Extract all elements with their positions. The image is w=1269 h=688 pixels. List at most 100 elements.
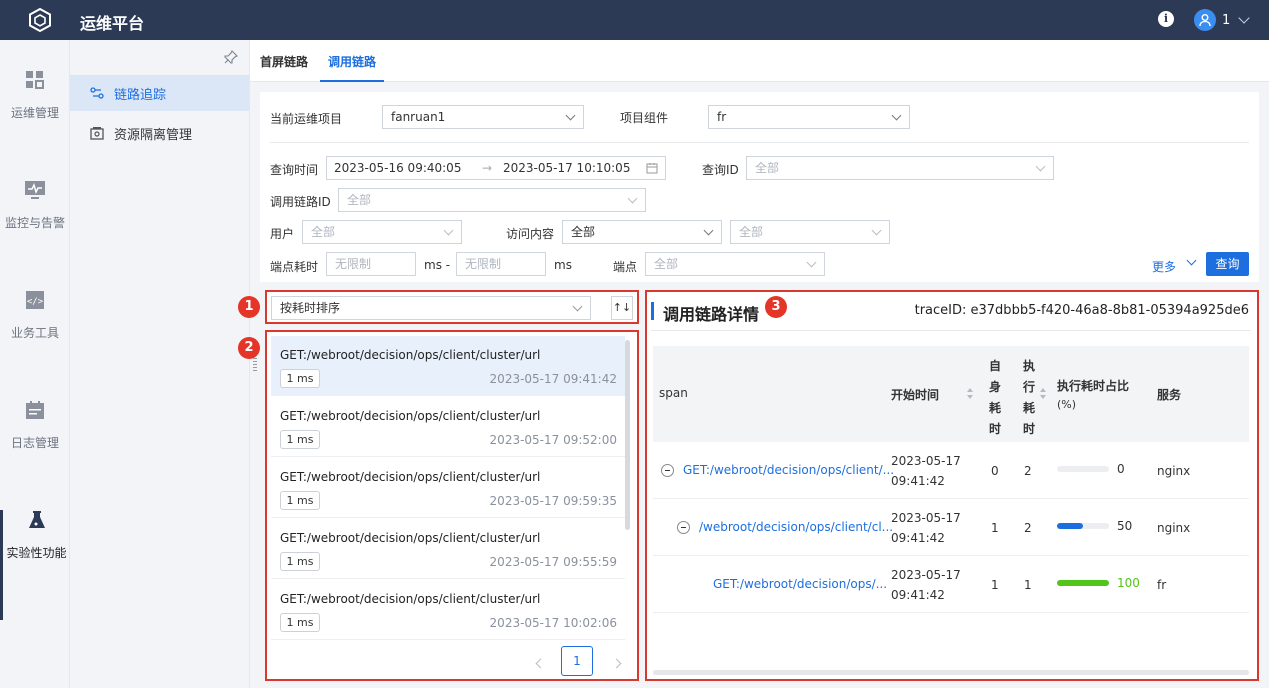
col-exec-time: 执行耗时 <box>1023 359 1036 436</box>
ms-dash-label: ms - <box>424 258 451 272</box>
start-time: 09:41:42 <box>891 588 945 602</box>
annotation-badge: 3 <box>765 296 787 318</box>
table-row[interactable]: GET:/webroot/decision/ops/client/... 202… <box>653 442 1249 499</box>
list-item[interactable]: GET:/webroot/decision/ops/client/cluster… <box>271 519 625 579</box>
table-row[interactable]: GET:/webroot/decision/ops/... 2023-05-17… <box>653 556 1249 613</box>
detail-title: 调用链路详情 <box>663 305 760 324</box>
collapse-icon[interactable] <box>677 521 690 534</box>
user-name: 1 <box>1222 12 1231 28</box>
list-item[interactable]: GET:/webroot/decision/ops/client/cluster… <box>271 336 625 396</box>
list-scrollbar[interactable] <box>625 340 630 530</box>
start-time: 09:41:42 <box>891 474 945 488</box>
svg-text:</>: </> <box>27 297 44 307</box>
grid-icon <box>26 71 44 89</box>
col-span: span <box>659 386 688 400</box>
chevron-down-icon <box>871 225 882 236</box>
trace-path: GET:/webroot/decision/ops/client/cluster… <box>280 470 541 484</box>
annotation-badge: 1 <box>238 296 260 318</box>
next-page-icon[interactable] <box>611 658 622 669</box>
span-link[interactable]: /webroot/decision/ops/client/cl... <box>699 520 893 534</box>
user-label: 用户 <box>270 227 295 241</box>
min-time-placeholder: 无限制 <box>335 257 372 271</box>
collapse-icon[interactable] <box>661 464 674 477</box>
rail-item-ops-management[interactable]: 运维管理 <box>0 70 70 180</box>
sub-item-resource-isolation[interactable]: 资源隔离管理 <box>70 115 249 151</box>
chevron-down-icon <box>572 301 583 312</box>
max-time-input[interactable]: 无限制 <box>456 252 546 276</box>
access-detail-placeholder: 全部 <box>739 225 764 239</box>
min-time-input[interactable]: 无限制 <box>326 252 416 276</box>
rail-item-monitoring[interactable]: 监控与告警 <box>0 180 70 290</box>
code-icon: </> <box>26 291 44 309</box>
filter-panel: 当前运维项目 fanruan1 项目组件 fr 查询时间 2023-05-16 … <box>260 92 1259 282</box>
trace-path: GET:/webroot/decision/ops/client/cluster… <box>280 531 541 545</box>
calendar-icon <box>26 401 44 419</box>
info-icon[interactable]: i <box>1158 11 1174 27</box>
title-accent <box>651 302 654 320</box>
access-detail-select[interactable]: 全部 <box>730 220 890 244</box>
trace-time: 2023-05-17 09:59:35 <box>489 494 617 508</box>
col-self-time: 自身耗时 <box>989 359 1002 436</box>
sort-icon[interactable] <box>967 388 973 400</box>
resize-handle[interactable] <box>253 358 257 372</box>
self-time: 0 <box>991 464 999 478</box>
list-item[interactable]: GET:/webroot/decision/ops/client/cluster… <box>271 580 625 640</box>
divider <box>270 142 1249 143</box>
tab-call-trace[interactable]: 调用链路 <box>328 53 376 70</box>
start-date: 2023-05-17 <box>891 568 961 582</box>
user-select[interactable]: 全部 <box>302 220 462 244</box>
app-title: 运维平台 <box>80 14 145 33</box>
tab-first-screen-trace[interactable]: 首屏链路 <box>260 53 308 70</box>
time-label: 查询时间 <box>270 163 319 177</box>
sort-bar: 按耗时排序 ↑↓ <box>265 290 639 324</box>
user-menu[interactable]: 1 <box>1194 9 1250 31</box>
chain-id-select[interactable]: 全部 <box>338 188 646 212</box>
access-label: 访问内容 <box>506 227 555 241</box>
logo-icon <box>29 8 51 32</box>
query-id-select[interactable]: 全部 <box>746 156 1054 180</box>
chevron-down-icon <box>1035 161 1046 172</box>
divider <box>651 330 1251 331</box>
sort-order-toggle[interactable]: ↑↓ <box>611 296 633 320</box>
list-item[interactable]: GET:/webroot/decision/ops/client/cluster… <box>271 458 625 518</box>
access-select[interactable]: 全部 <box>562 220 722 244</box>
more-filters-link[interactable]: 更多 <box>1152 258 1176 275</box>
ratio-bar-fill <box>1057 580 1109 586</box>
table-row[interactable]: /webroot/decision/ops/client/cl... 2023-… <box>653 499 1249 556</box>
start-time: 09:41:42 <box>891 531 945 545</box>
query-button[interactable]: 查询 <box>1206 252 1249 276</box>
pin-icon[interactable] <box>224 50 238 64</box>
trace-time: 2023-05-17 09:41:42 <box>489 372 617 386</box>
ratio-bar <box>1057 580 1109 586</box>
sort-icon[interactable] <box>1040 388 1046 400</box>
ratio-value: 50 <box>1117 519 1133 533</box>
user-icon <box>1199 14 1211 27</box>
trace-icon <box>90 87 104 99</box>
date-range-picker[interactable]: 2023-05-16 09:40:05 → 2023-05-17 10:10:0… <box>326 156 666 180</box>
span-link[interactable]: GET:/webroot/decision/ops/client/... <box>683 463 894 477</box>
component-value: fr <box>717 110 727 124</box>
table-header: span 开始时间 自身耗时 执行耗时 执行耗时占比 (%) 服务 <box>653 346 1249 442</box>
chevron-down-icon <box>565 110 576 121</box>
chain-id-label: 调用链路ID <box>270 195 331 209</box>
sub-item-trace[interactable]: 链路追踪 <box>70 75 249 111</box>
component-select[interactable]: fr <box>708 105 910 129</box>
isolation-icon <box>90 127 104 140</box>
rail-item-label: 实验性功能 <box>6 546 67 560</box>
query-id-placeholder: 全部 <box>755 161 780 175</box>
list-item[interactable]: GET:/webroot/decision/ops/client/cluster… <box>271 397 625 457</box>
sort-select[interactable]: 按耗时排序 <box>271 296 591 320</box>
chevron-down-icon <box>806 257 817 268</box>
span-link[interactable]: GET:/webroot/decision/ops/... <box>713 577 887 591</box>
rail-item-log-management[interactable]: 日志管理 <box>0 400 70 510</box>
endpoint-select[interactable]: 全部 <box>645 252 825 276</box>
project-select[interactable]: fanruan1 <box>382 105 584 129</box>
exec-time: 2 <box>1024 521 1032 535</box>
trace-detail-panel: 调用链路详情 traceID: e37dbbb5-f420-46a8-8b81-… <box>645 290 1259 681</box>
table-horizontal-scrollbar[interactable] <box>653 670 1249 675</box>
rail-item-business-tools[interactable]: </> 业务工具 <box>0 290 70 400</box>
user-placeholder: 全部 <box>311 225 336 239</box>
prev-page-icon[interactable] <box>535 658 546 669</box>
rail-item-experimental[interactable]: 实验性功能 <box>0 510 70 620</box>
page-button-current[interactable]: 1 <box>561 646 593 676</box>
